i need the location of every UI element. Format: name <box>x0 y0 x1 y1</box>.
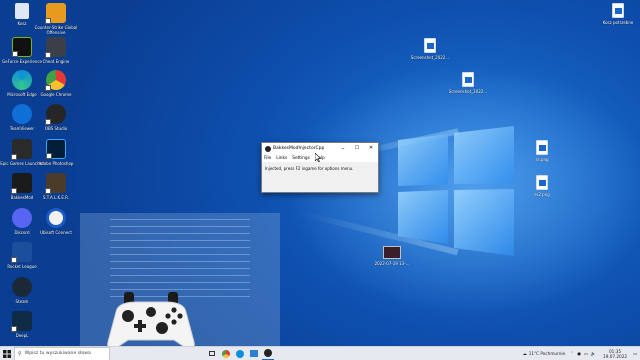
desktop-icon-rocket-league[interactable]: Rocket League <box>0 242 44 269</box>
desktop-icon-screenshot-2[interactable]: Screenshot_2022... <box>446 72 490 94</box>
notifications-icon[interactable]: ▭ <box>633 351 637 356</box>
menu-file[interactable]: File <box>264 156 271 161</box>
status-text: Injected, press F2 ingame for options me… <box>265 166 354 171</box>
deepl-icon <box>11 311 32 332</box>
bakkesmod-icon <box>11 173 32 194</box>
nvidia-icon <box>12 37 32 57</box>
desktop-icon-file[interactable]: Kosz potrzebne <box>596 3 640 25</box>
system-tray: ☁ 11°C Pochmurnie ˄ ● ▭ 🔈 01:35 19.07.20… <box>523 349 640 359</box>
chrome-icon <box>45 70 66 91</box>
desktop-icon-csgo[interactable]: Counter-Strike Global Offensive <box>34 3 78 35</box>
store-taskbar-icon[interactable] <box>248 347 260 360</box>
desktop-icon-ss[interactable]: ss.png <box>520 140 564 162</box>
rocket-league-icon <box>11 242 32 263</box>
clock-date: 19.07.2022 <box>603 353 628 359</box>
volume-icon[interactable]: 🔈 <box>591 351 596 357</box>
csgo-icon <box>45 3 66 24</box>
video-thumbnail-icon <box>383 246 401 259</box>
stalker-icon <box>45 173 66 194</box>
task-view-icon[interactable] <box>206 347 218 360</box>
close-button[interactable]: ✕ <box>364 143 378 154</box>
desktop-icon-chrome[interactable]: Google Chrome <box>34 70 78 97</box>
weather-text[interactable]: 11°C Pochmurnie <box>529 351 565 356</box>
desktop-icon-ubisoft[interactable]: Ubisoft Connect <box>34 208 78 235</box>
show-hidden-icons-icon[interactable]: ˄ <box>571 351 573 356</box>
bakkesmod-injector-window[interactable]: BakkesModInjectorCpp – ☐ ✕ File Links Se… <box>261 142 379 193</box>
obs-icon <box>45 104 66 125</box>
desktop-icon-photoshop[interactable]: Adobe Photoshop <box>34 139 78 166</box>
search-icon: ⚲ <box>18 350 22 357</box>
desktop-icon-steam[interactable]: Steam <box>0 277 44 304</box>
menu-settings[interactable]: Settings <box>292 156 310 161</box>
desktop-icon-video[interactable]: 2022-07-19 13-... <box>370 246 414 266</box>
clock[interactable]: 01:35 19.07.2022 <box>603 349 627 359</box>
desktop-icon-screenshot-1[interactable]: Screenshot_2022... <box>408 38 452 60</box>
start-button[interactable] <box>0 347 14 360</box>
image-file-icon <box>536 175 548 190</box>
edge-icon <box>12 70 32 90</box>
window-title: BakkesModInjectorCpp <box>273 146 325 151</box>
desktop-icon-ss2[interactable]: ss2.png <box>520 175 564 197</box>
gamepad-overlay-icon <box>107 292 195 346</box>
desktop-background: Kosz Counter-Strike Global Offensive GeF… <box>0 0 640 346</box>
epic-games-icon <box>11 139 32 160</box>
chrome-taskbar-icon[interactable] <box>220 347 232 360</box>
cheat-engine-icon <box>45 37 66 58</box>
windows-logo <box>398 126 514 256</box>
desktop-icon-cheat-engine[interactable]: Cheat Engine <box>34 37 78 64</box>
desktop-icon-stalker[interactable]: S.T.A.L.K.E.R. <box>34 173 78 200</box>
maximize-button[interactable]: ☐ <box>350 143 364 154</box>
file-icon <box>612 3 624 18</box>
menu-links[interactable]: Links <box>276 156 287 161</box>
steam-icon <box>12 277 32 297</box>
network-icon[interactable]: ▭ <box>584 351 588 356</box>
mouse-cursor-icon <box>315 153 321 162</box>
search-placeholder: Wpisz tu wyszukiwane słowa <box>24 351 91 356</box>
photoshop-icon <box>46 139 66 159</box>
image-file-icon <box>424 38 436 53</box>
steam-tray-icon[interactable]: ● <box>577 351 581 356</box>
desktop-icon-obs[interactable]: OBS Studio <box>34 104 78 131</box>
taskbar: ⚲ Wpisz tu wyszukiwane słowa ☁ 11°C Poch… <box>0 346 640 360</box>
app-icon <box>265 145 271 152</box>
image-file-icon <box>536 140 548 155</box>
discord-icon <box>12 208 32 228</box>
recycle-bin-icon <box>15 3 29 19</box>
weather-cloud-icon: ☁ <box>522 351 527 356</box>
ubisoft-icon <box>46 208 66 228</box>
bakkesmod-taskbar-icon[interactable] <box>262 347 274 360</box>
edge-taskbar-icon[interactable] <box>234 347 246 360</box>
windows-start-icon <box>3 349 11 358</box>
image-file-icon <box>462 72 474 87</box>
teamviewer-icon <box>12 104 32 124</box>
status-panel: Injected, press F2 ingame for options me… <box>262 162 378 192</box>
desktop-icon-deepl[interactable]: DeepL <box>0 311 44 338</box>
minimize-button[interactable]: – <box>336 143 350 154</box>
search-box[interactable]: ⚲ Wpisz tu wyszukiwane słowa <box>14 346 110 360</box>
